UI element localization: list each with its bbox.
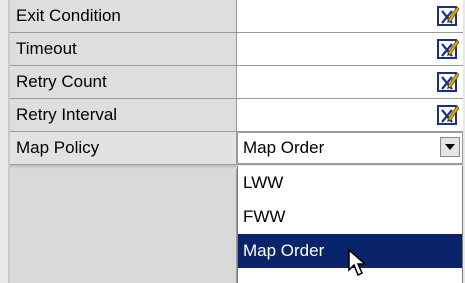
dropdown-option-fww[interactable]: FWW bbox=[238, 200, 462, 234]
row-shadow bbox=[10, 165, 237, 169]
property-row-map-policy: Map Policy Map Order bbox=[10, 132, 463, 165]
property-label: Timeout bbox=[10, 33, 237, 65]
property-value-field[interactable] bbox=[237, 0, 463, 32]
chevron-down-icon bbox=[445, 144, 455, 150]
property-value-field[interactable] bbox=[237, 33, 463, 65]
edit-pencil-icon[interactable] bbox=[437, 38, 459, 60]
property-row-retry-count: Retry Count bbox=[10, 66, 463, 99]
dropdown-option-lww[interactable]: LWW bbox=[238, 166, 462, 200]
property-row-retry-interval: Retry Interval bbox=[10, 99, 463, 132]
edit-pencil-icon[interactable] bbox=[437, 5, 459, 27]
edit-pencil-icon[interactable] bbox=[437, 71, 459, 93]
property-value-field[interactable] bbox=[237, 99, 463, 131]
property-row-exit-condition: Exit Condition bbox=[10, 0, 463, 33]
property-label: Retry Count bbox=[10, 66, 237, 98]
property-value-field[interactable] bbox=[237, 66, 463, 98]
property-label: Exit Condition bbox=[10, 0, 237, 32]
mouse-pointer-icon bbox=[348, 248, 367, 277]
grid-empty-area bbox=[10, 165, 237, 283]
edit-pencil-icon[interactable] bbox=[437, 104, 459, 126]
map-policy-combobox[interactable]: Map Order bbox=[237, 132, 463, 164]
dropdown-arrow-button[interactable] bbox=[440, 137, 460, 157]
map-policy-selected-value: Map Order bbox=[243, 138, 325, 157]
property-label: Map Policy bbox=[10, 132, 237, 164]
property-label: Retry Interval bbox=[10, 99, 237, 131]
property-row-timeout: Timeout bbox=[10, 33, 463, 66]
